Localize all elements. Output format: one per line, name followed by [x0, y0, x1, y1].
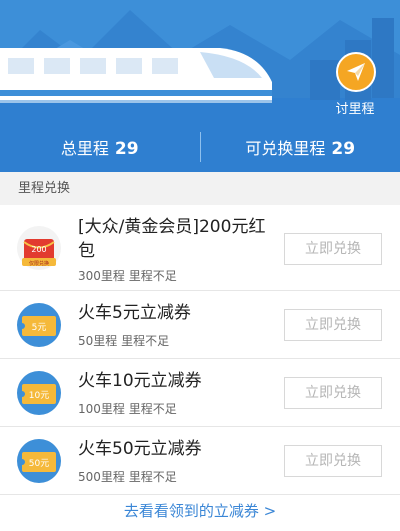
coupon-icon: 10元 [16, 370, 62, 416]
list-item: 5元 火车5元立减券 50里程 里程不足 立即兑换 [0, 291, 400, 359]
list-item: 50元 火车50元立减券 500里程 里程不足 立即兑换 [0, 427, 400, 495]
ribbon-text: 仅限兑换 [29, 260, 49, 267]
coupon-badge-text: 200 [31, 245, 46, 254]
coupon-badge-text: 5元 [32, 323, 47, 333]
item-title: 火车50元立减券 [78, 439, 202, 459]
item-subtitle: 300里程 里程不足 [78, 269, 177, 283]
mileage-stats-bar: 总里程 29 可兑换里程 29 [0, 122, 400, 172]
coupon-icon: 5元 [16, 302, 62, 348]
list-item: 10元 火车10元立减券 100里程 里程不足 立即兑换 [0, 359, 400, 427]
total-mileage-label: 总里程 [60, 139, 109, 158]
total-mileage-value: 29 [114, 139, 139, 159]
redeem-button[interactable]: 立即兑换 [284, 445, 382, 477]
redeem-button[interactable]: 立即兑换 [284, 377, 382, 409]
item-subtitle: 500里程 里程不足 [78, 470, 177, 484]
red-envelope-icon: 200 仅限兑换 [16, 225, 62, 271]
item-title: [大众/黄金会员]200元红包 [78, 217, 266, 261]
view-coupons-link[interactable]: 去看看领到的立减券 > [0, 500, 400, 521]
section-title: 里程兑换 [0, 172, 400, 205]
redeemable-mileage: 可兑换里程 29 [201, 135, 400, 159]
coupon-icon: 50元 [16, 438, 62, 484]
redeemable-mileage-value: 29 [331, 139, 356, 159]
item-subtitle: 50里程 里程不足 [78, 334, 170, 348]
redeem-button[interactable]: 立即兑换 [284, 233, 382, 265]
ask-mileage-label: 讨里程 [335, 102, 375, 117]
redeem-list: 200 仅限兑换 [大众/黄金会员]200元红包 300里程 里程不足 立即兑换 … [0, 205, 400, 531]
header-banner: 讨里程 总里程 29 可兑换里程 29 [0, 0, 400, 172]
redeemable-mileage-label: 可兑换里程 [245, 139, 326, 158]
list-item: 200 仅限兑换 [大众/黄金会员]200元红包 300里程 里程不足 立即兑换 [0, 205, 400, 291]
item-title: 火车5元立减券 [78, 303, 191, 323]
coupon-badge-text: 50元 [29, 459, 49, 469]
redeem-button[interactable]: 立即兑换 [284, 309, 382, 341]
coupon-badge-text: 10元 [29, 391, 49, 401]
item-subtitle: 100里程 里程不足 [78, 402, 177, 416]
item-title: 火车10元立减券 [78, 371, 202, 391]
ask-mileage-button[interactable]: 讨里程 [320, 52, 390, 118]
paper-plane-icon [336, 52, 376, 92]
total-mileage: 总里程 29 [0, 135, 200, 159]
